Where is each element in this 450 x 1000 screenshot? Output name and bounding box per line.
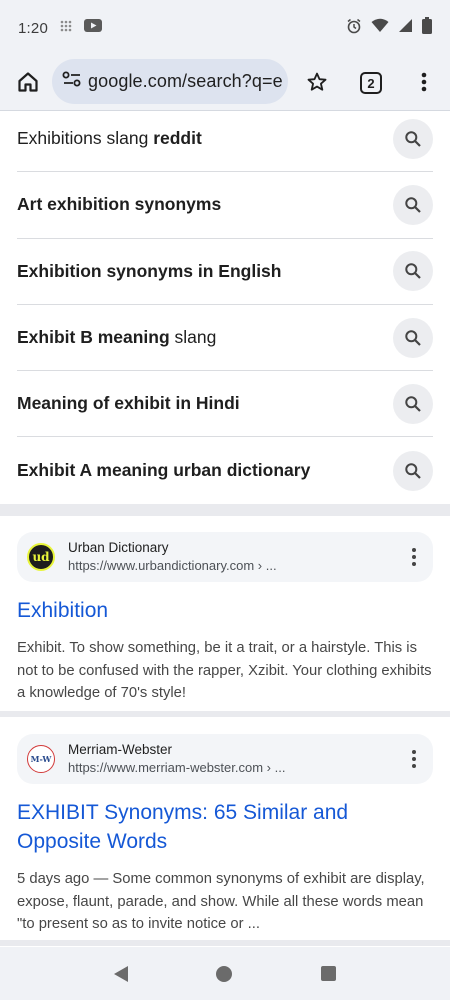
search-button[interactable]	[393, 184, 433, 225]
home-button[interactable]	[14, 68, 42, 96]
more-menu-button[interactable]	[414, 69, 434, 95]
source-name: Urban Dictionary	[68, 540, 169, 555]
grid-dots-icon	[60, 19, 72, 37]
search-icon	[405, 197, 421, 213]
related-search-label: Art exhibition synonyms	[17, 194, 222, 215]
related-search-label: Exhibit B meaning slang	[17, 327, 217, 348]
youtube-icon	[84, 19, 102, 37]
search-button[interactable]	[393, 383, 433, 424]
search-button[interactable]	[393, 450, 433, 491]
section-divider	[0, 711, 450, 717]
tab-count: 2	[367, 75, 375, 91]
search-icon	[405, 263, 421, 280]
search-result: ud Urban Dictionary https://www.urbandic…	[0, 532, 450, 705]
result-menu-button[interactable]	[411, 548, 417, 566]
related-search-label: Exhibit A meaning urban dictionary	[17, 460, 311, 481]
search-icon	[405, 130, 421, 147]
result-snippet: 5 days ago — Some common synonyms of exh…	[17, 871, 425, 932]
section-divider	[0, 504, 450, 516]
related-search-item[interactable]: Exhibition synonyms in English	[17, 239, 433, 305]
merriam-webster-favicon: M-W	[27, 745, 55, 773]
url-text[interactable]: google.com/search?q=e	[88, 71, 283, 92]
related-search-item[interactable]: Exhibit B meaning slang	[17, 305, 433, 372]
result-title-link[interactable]: Exhibition	[17, 596, 433, 625]
related-search-label: Exhibitions slang reddit	[17, 128, 202, 149]
site-settings-icon[interactable]	[62, 70, 82, 93]
alarm-icon	[346, 18, 362, 39]
system-nav-bar	[0, 947, 450, 1000]
urban-dictionary-favicon: ud	[27, 543, 55, 571]
back-icon[interactable]	[114, 965, 129, 982]
result-snippet: Exhibit. To show something, be it a trai…	[17, 640, 432, 701]
signal-icon	[398, 18, 413, 38]
source-name: Merriam-Webster	[68, 742, 173, 757]
home-circle-icon[interactable]	[216, 965, 233, 982]
related-search-item[interactable]: Exhibit A meaning urban dictionary	[17, 437, 433, 503]
source-chip[interactable]: ud Urban Dictionary https://www.urbandic…	[17, 532, 433, 582]
related-search-item[interactable]: Exhibitions slang reddit	[17, 106, 433, 173]
status-time: 1:20	[18, 19, 48, 37]
bookmark-star-icon	[307, 72, 327, 91]
related-search-item[interactable]: Meaning of exhibit in Hindi	[17, 371, 433, 438]
wifi-icon	[371, 18, 389, 38]
battery-icon	[422, 17, 432, 39]
related-search-label: Meaning of exhibit in Hindi	[17, 393, 240, 414]
more-menu-icon	[421, 72, 427, 92]
search-icon	[405, 329, 421, 346]
result-title-link[interactable]: EXHIBIT Synonyms: 65 Similar and Opposit…	[17, 798, 433, 856]
source-url: https://www.merriam-webster.com › ...	[68, 760, 286, 775]
bookmark-button[interactable]	[304, 69, 330, 95]
search-icon	[405, 396, 421, 412]
section-divider	[0, 940, 450, 946]
search-button[interactable]	[393, 118, 433, 159]
related-searches: Exhibitions slang reddit Art exhibition …	[0, 106, 450, 504]
recents-icon[interactable]	[320, 966, 336, 981]
browser-toolbar: google.com/search?q=e 2	[0, 56, 450, 110]
source-chip[interactable]: M-W Merriam-Webster https://www.merriam-…	[17, 734, 433, 784]
search-button[interactable]	[393, 251, 433, 292]
status-bar: 1:20	[0, 0, 450, 56]
search-icon	[405, 462, 421, 479]
source-url: https://www.urbandictionary.com › ...	[68, 558, 277, 573]
result-menu-button[interactable]	[411, 750, 417, 768]
address-bar[interactable]: google.com/search?q=e	[52, 59, 288, 104]
home-icon	[18, 72, 38, 92]
search-result: M-W Merriam-Webster https://www.merriam-…	[0, 734, 450, 936]
related-search-label: Exhibition synonyms in English	[17, 260, 282, 281]
related-search-item[interactable]: Art exhibition synonyms	[17, 172, 433, 239]
tab-switcher-button[interactable]: 2	[360, 72, 382, 94]
search-button[interactable]	[393, 317, 433, 358]
